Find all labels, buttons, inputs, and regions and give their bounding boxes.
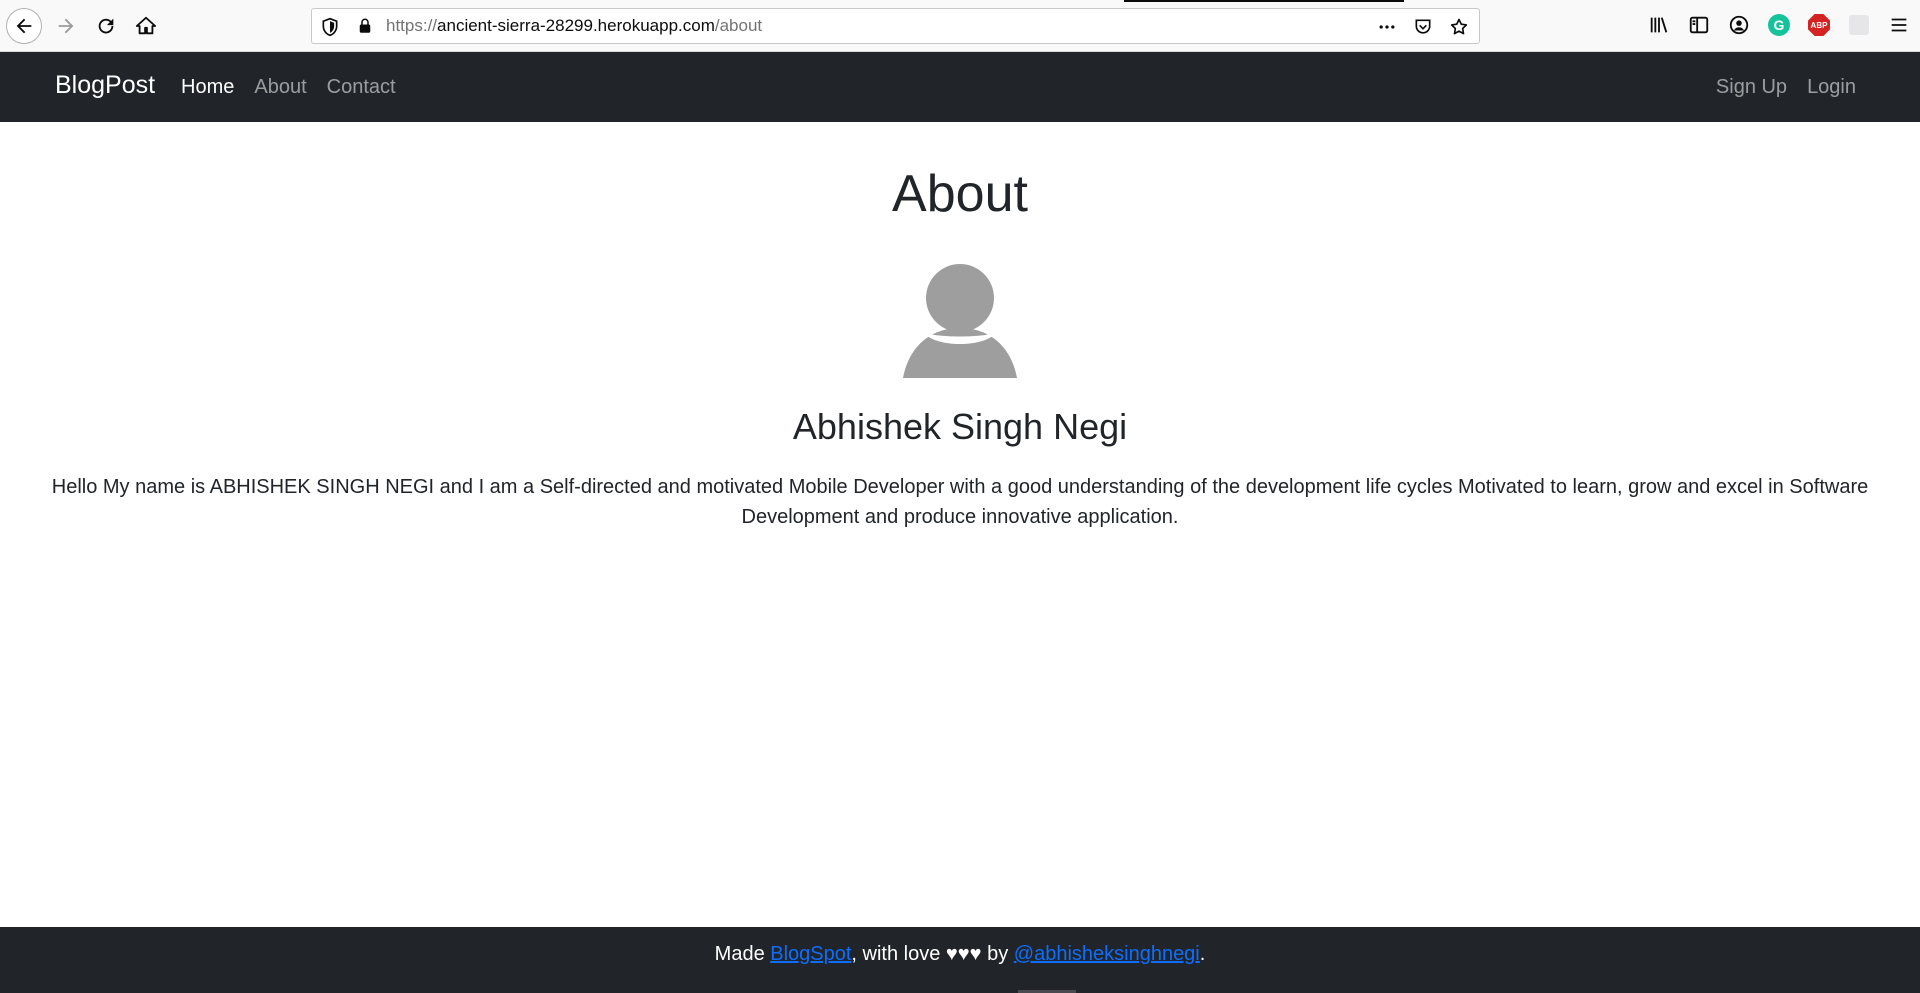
more-button[interactable] [1375,15,1399,39]
nav-link-signup[interactable]: Sign Up [1716,76,1787,99]
url-host: ancient-sierra-28299.herokuapp.com [437,16,715,35]
footer-suffix: . [1199,943,1206,965]
reload-icon [98,18,114,34]
tab-strip [0,0,1920,2]
more-icon [1379,25,1395,29]
nav-link-contact[interactable]: Contact [327,76,396,99]
site-navbar: BlogPost Home About Contact Sign Up Logi… [0,52,1920,122]
url-actions [1375,15,1471,39]
browser-toolbar: https://ancient-sierra-28299.herokuapp.c… [0,0,1920,52]
avatar-icon [903,264,1017,378]
bookmark-button[interactable] [1447,15,1471,39]
pocket-button[interactable] [1411,15,1435,39]
sidebar-icon [1689,16,1709,34]
extension-button[interactable] [1846,12,1872,38]
lock-icon[interactable] [356,17,374,35]
extension-icon [1849,15,1869,35]
home-button[interactable] [128,8,164,44]
footer-middle: , with love ♥♥♥ by [851,943,1014,965]
pocket-icon [1415,19,1431,34]
url-text[interactable]: https://ancient-sierra-28299.herokuapp.c… [386,16,762,36]
account-icon [1729,15,1749,35]
url-prefix: https:// [386,16,438,35]
adblock-icon: ABP [1808,14,1830,36]
toolbar-right: G ABP [1646,12,1912,38]
sidebar-button[interactable] [1686,12,1712,38]
nav-link-about[interactable]: About [254,76,306,99]
account-button[interactable] [1726,12,1752,38]
person-name: Abhishek Singh Negi [792,406,1128,447]
menu-button[interactable] [1886,12,1912,38]
back-icon [16,18,32,34]
home-icon [135,16,157,35]
back-button[interactable] [6,8,42,44]
shield-icon[interactable] [320,17,340,37]
footer-prefix: Made [714,943,771,965]
nav-link-home[interactable]: Home [181,76,234,99]
bio-text: Hello My name is ABHISHEK SINGH NEGI and… [51,476,1869,528]
adblock-button[interactable]: ABP [1806,12,1832,38]
bookmark-star-icon [1450,18,1468,35]
page-title: About [892,165,1028,223]
nav-link-login[interactable]: Login [1807,76,1856,99]
site-footer: Made BlogSpot, with love ♥♥♥ by @abhishe… [0,927,1920,993]
forward-icon [58,18,74,34]
nav-auth-links: Sign Up Login [1716,76,1856,99]
forward-button[interactable] [48,8,84,44]
brand-logo[interactable]: BlogPost [55,71,155,100]
url-path: /about [714,16,763,35]
grammarly-icon: G [1768,14,1790,36]
footer-text: Made BlogSpot, with love ♥♥♥ by @abhishe… [0,943,1920,966]
menu-icon [1891,18,1907,32]
library-button[interactable] [1646,12,1672,38]
footer-link-author[interactable]: @abhisheksinghnegi [1014,943,1200,965]
nav-links: Home About Contact [181,76,396,99]
footer-link-blogspot[interactable]: BlogSpot [770,943,851,965]
grammarly-button[interactable]: G [1766,12,1792,38]
reload-button[interactable] [88,8,124,44]
library-icon [1650,17,1668,33]
active-tab-indicator [1124,0,1404,2]
url-bar[interactable]: https://ancient-sierra-28299.herokuapp.c… [311,8,1480,44]
